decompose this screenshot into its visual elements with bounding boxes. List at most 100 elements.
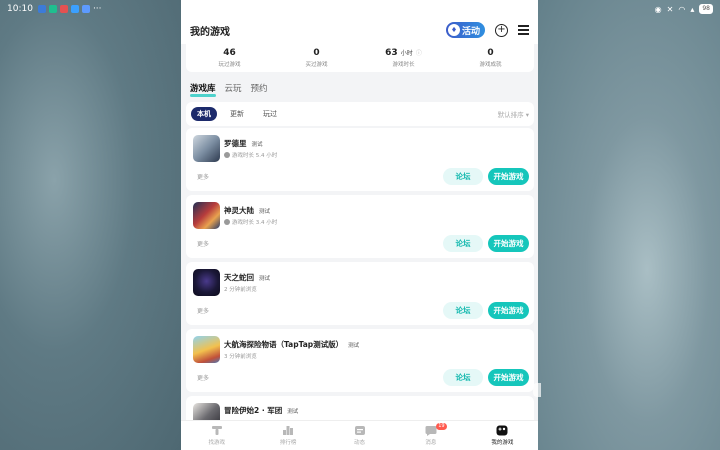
floating-side-handle[interactable] bbox=[533, 383, 541, 397]
nav-messages[interactable]: 19 消息 bbox=[395, 421, 466, 450]
stat-label: 玩过游戏 bbox=[218, 62, 241, 68]
status-bar: 10:10 ··· ◉ ✕ ◠ ▴ 98 bbox=[0, 0, 720, 18]
browser-notification-icon bbox=[81, 5, 90, 13]
clock: 10:10 bbox=[7, 4, 33, 14]
nav-feed[interactable]: 动态 bbox=[324, 421, 395, 450]
page-title: 我的游戏 bbox=[190, 27, 230, 38]
stat-label: 买过游戏 bbox=[305, 62, 328, 68]
stat-bought-games[interactable]: 0 买过游戏 bbox=[273, 44, 360, 72]
tab-reservations[interactable]: 预约 bbox=[251, 82, 268, 97]
library-tabs: 游戏库 云玩 预约 bbox=[190, 82, 268, 97]
game-meta: 游戏时长 5.4 小时 bbox=[232, 153, 278, 159]
gift-icon: ♦ bbox=[447, 24, 460, 36]
forum-button[interactable]: 论坛 bbox=[443, 369, 483, 386]
forum-button[interactable]: 论坛 bbox=[443, 302, 483, 319]
stat-played-games[interactable]: 46 玩过游戏 bbox=[186, 44, 273, 72]
forum-button[interactable]: 论坛 bbox=[443, 235, 483, 252]
mute-icon: ✕ bbox=[666, 4, 674, 14]
status-bar-left: 10:10 ··· bbox=[7, 4, 102, 14]
test-badge: 测试 bbox=[287, 409, 299, 415]
desktop-wallpaper-right bbox=[538, 0, 720, 450]
game-meta: 2 分钟前浏览 bbox=[224, 287, 257, 293]
activity-label: 活动 bbox=[461, 26, 480, 37]
eye-comfort-icon: ◉ bbox=[654, 4, 662, 14]
game-title[interactable]: 天之蛇回 bbox=[224, 273, 254, 282]
chevron-down-icon: ▾ bbox=[525, 111, 529, 119]
bottom-navigation: 找游戏 排行榜 动态 19 消息 我的游戏 bbox=[181, 420, 538, 450]
test-badge: 测试 bbox=[348, 343, 360, 349]
wifi-icon: ◠ bbox=[678, 4, 686, 14]
play-button[interactable]: 开始游戏 bbox=[488, 168, 529, 185]
play-button[interactable]: 开始游戏 bbox=[488, 235, 529, 252]
game-cover-image[interactable] bbox=[193, 336, 220, 363]
more-link[interactable]: 更多 bbox=[197, 306, 209, 315]
stat-play-time[interactable]: 63 小时 ⓘ 游戏时长 bbox=[360, 44, 447, 72]
test-badge: 测试 bbox=[259, 209, 271, 215]
nav-my-games[interactable]: 我的游戏 bbox=[467, 421, 538, 450]
add-icon[interactable]: + bbox=[495, 23, 508, 37]
game-card[interactable]: 天之蛇回 测试 2 分钟前浏览 更多 论坛 开始游戏 bbox=[186, 262, 534, 325]
clock-icon bbox=[224, 152, 230, 158]
game-card[interactable]: 大航海探险物语（TapTap测试版） 测试 3 分钟前浏览 更多 论坛 开始游戏 bbox=[186, 329, 534, 392]
game-title[interactable]: 罗德里 bbox=[224, 139, 247, 148]
play-button[interactable]: 开始游戏 bbox=[488, 369, 529, 386]
game-cover-image[interactable] bbox=[193, 269, 220, 296]
message-icon bbox=[425, 425, 437, 436]
game-cover-image[interactable] bbox=[193, 202, 220, 229]
nav-label: 找游戏 bbox=[208, 440, 225, 446]
forum-button[interactable]: 论坛 bbox=[443, 168, 483, 185]
battery-icon: 98 bbox=[699, 4, 713, 14]
nav-ranking[interactable]: 排行榜 bbox=[252, 421, 323, 450]
more-notifications-icon: ··· bbox=[92, 4, 102, 14]
stat-value: 63 bbox=[385, 48, 398, 58]
stat-value: 46 bbox=[223, 48, 236, 58]
filter-chip-played[interactable]: 玩过 bbox=[257, 107, 283, 121]
more-link[interactable]: 更多 bbox=[197, 373, 209, 382]
more-link[interactable]: 更多 bbox=[197, 172, 209, 181]
game-card[interactable]: 神灵大陆 测试 游戏时长 3.4 小时 更多 论坛 开始游戏 bbox=[186, 195, 534, 258]
game-title[interactable]: 大航海探险物语（TapTap测试版） bbox=[224, 340, 343, 349]
tab-game-library[interactable]: 游戏库 bbox=[190, 82, 216, 97]
menu-icon[interactable] bbox=[518, 25, 529, 35]
unread-badge: 19 bbox=[436, 423, 447, 430]
play-button[interactable]: 开始游戏 bbox=[488, 302, 529, 319]
nav-label: 消息 bbox=[425, 440, 437, 446]
wifi-app-notification-icon bbox=[48, 5, 57, 13]
filter-chip-updates[interactable]: 更新 bbox=[224, 107, 250, 121]
game-meta: 游戏时长 3.4 小时 bbox=[232, 220, 278, 226]
top-actions: ♦ 活动 + bbox=[445, 22, 529, 38]
desktop-wallpaper-left bbox=[0, 0, 181, 450]
sort-dropdown[interactable]: 默认排序 ▾ bbox=[498, 109, 529, 119]
game-title[interactable]: 神灵大陆 bbox=[224, 206, 254, 215]
test-badge: 测试 bbox=[259, 276, 271, 282]
mail-notification-icon bbox=[59, 5, 68, 13]
app-notification-icon bbox=[37, 5, 46, 13]
tab-cloud-play[interactable]: 云玩 bbox=[225, 82, 242, 97]
activity-button[interactable]: ♦ 活动 bbox=[445, 22, 485, 38]
signal-icon: ▴ bbox=[690, 4, 695, 14]
chat-notification-icon bbox=[70, 5, 79, 13]
feed-icon bbox=[354, 425, 366, 436]
tap-icon bbox=[211, 425, 223, 436]
filter-chip-local[interactable]: 本机 bbox=[191, 107, 217, 121]
nav-label: 动态 bbox=[354, 440, 366, 446]
filter-bar: 本机 更新 玩过 默认排序 ▾ bbox=[186, 102, 534, 126]
game-card[interactable]: 罗德里 测试 游戏时长 5.4 小时 更多 论坛 开始游戏 bbox=[186, 128, 534, 191]
nav-label: 我的游戏 bbox=[491, 440, 514, 446]
status-bar-right: ◉ ✕ ◠ ▴ 98 bbox=[655, 4, 713, 14]
nav-find-games[interactable]: 找游戏 bbox=[181, 421, 252, 450]
game-cover-image[interactable] bbox=[193, 135, 220, 162]
sort-label: 默认排序 bbox=[497, 111, 524, 119]
nav-label: 排行榜 bbox=[279, 440, 297, 446]
more-link[interactable]: 更多 bbox=[197, 239, 209, 248]
ranking-icon bbox=[282, 425, 294, 436]
stat-label: 游戏时长 bbox=[392, 62, 415, 68]
game-meta: 3 分钟前浏览 bbox=[224, 354, 257, 360]
stat-value: 0 bbox=[313, 48, 320, 58]
stat-value: 0 bbox=[487, 48, 494, 58]
stat-unit: 小时 bbox=[400, 50, 413, 57]
stat-achievements[interactable]: 0 游戏成就 bbox=[447, 44, 534, 72]
game-title[interactable]: 冒险伊始2 · 军团 bbox=[224, 406, 282, 415]
clock-icon bbox=[224, 219, 230, 225]
info-icon: ⓘ bbox=[415, 50, 422, 57]
